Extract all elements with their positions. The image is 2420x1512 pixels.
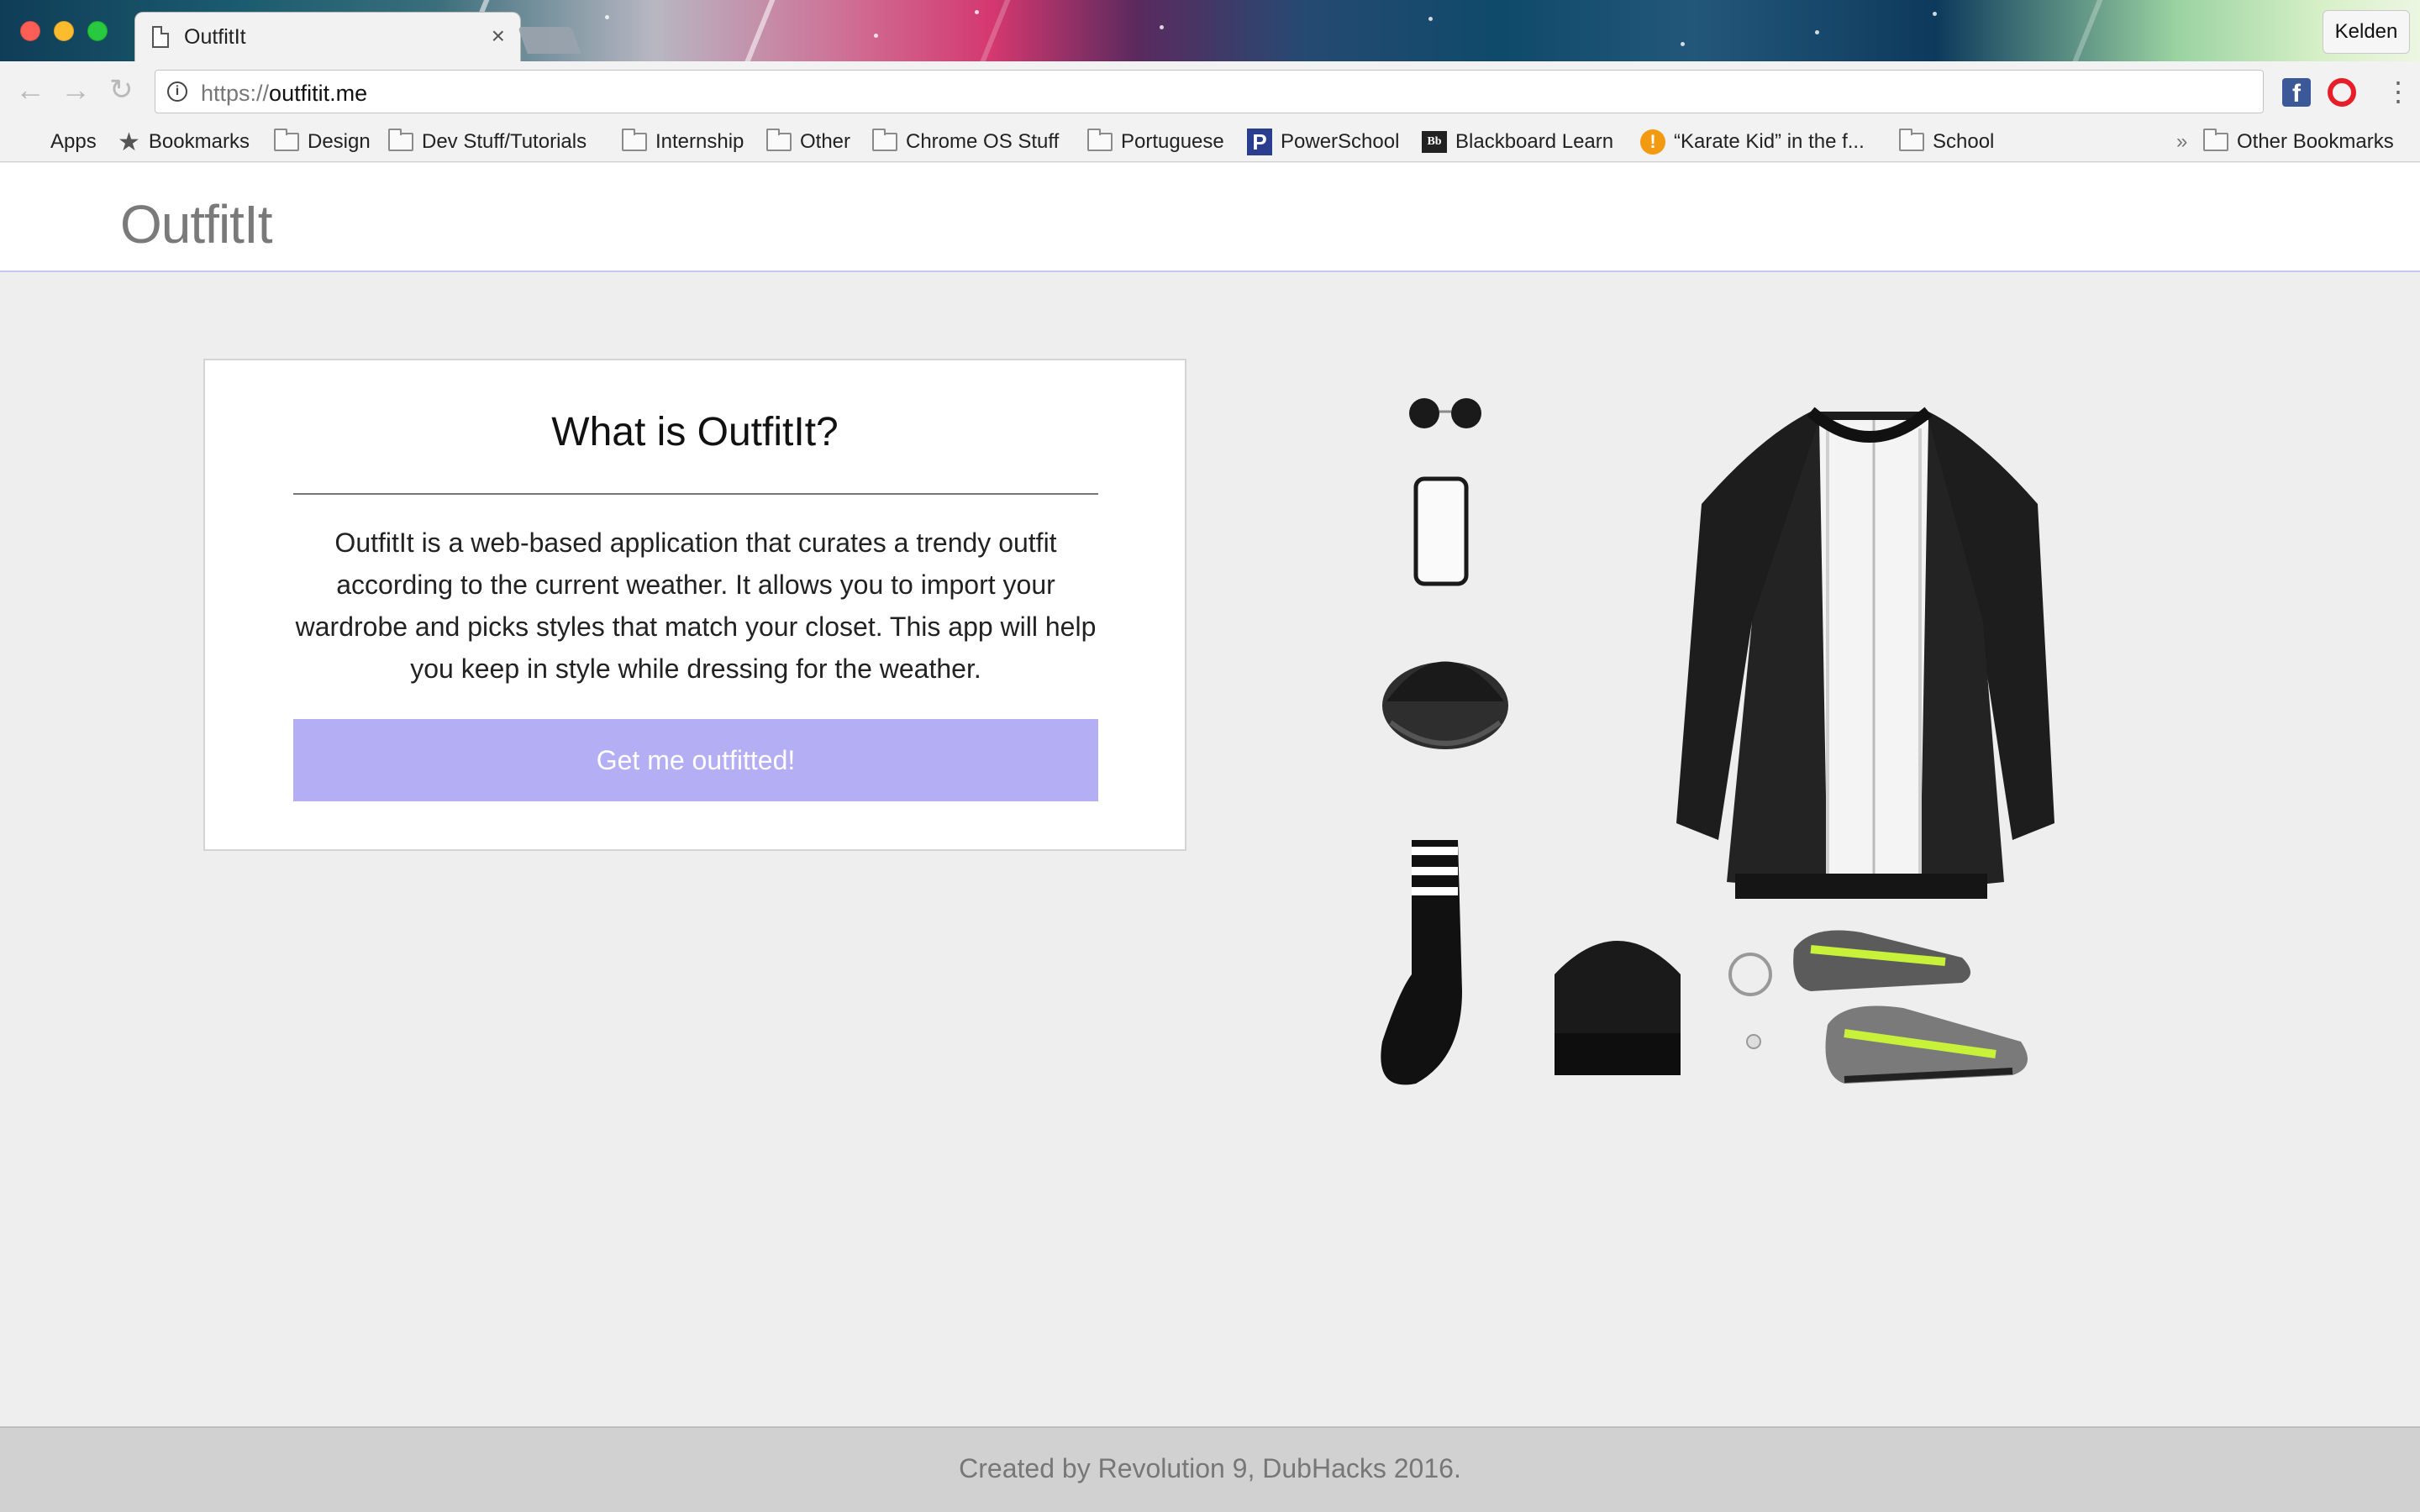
folder-icon <box>872 129 897 151</box>
bracelet-icon <box>1728 953 1772 996</box>
bookmark-label: Dev Stuff/Tutorials <box>422 130 587 153</box>
reload-icon[interactable]: ↻ <box>109 73 134 107</box>
card-description: OutfitIt is a web-based application that… <box>295 528 1097 684</box>
bookmark-chrome-os[interactable]: Chrome OS Stuff <box>872 127 1059 157</box>
beanie-icon <box>1555 941 1681 1075</box>
bookmark-dev-stuff[interactable]: Dev Stuff/Tutorials <box>388 127 587 157</box>
ring-icon <box>1746 1034 1761 1049</box>
browser-toolbar: ← → ↻ i https://outfitit.me f ⋮ <box>0 61 2420 122</box>
site-logo[interactable]: OutfitIt <box>120 193 272 255</box>
bookmark-apps[interactable]: Apps <box>20 127 97 157</box>
outfit-flatlay-image <box>1381 398 2054 1085</box>
window-maximize-button[interactable] <box>87 21 108 41</box>
wallpaper-star <box>1681 42 1685 46</box>
bookmark-label: Apps <box>50 130 97 153</box>
info-icon[interactable]: i <box>167 81 187 102</box>
bookmark-school[interactable]: School <box>1899 127 1994 157</box>
address-bar[interactable]: i https://outfitit.me <box>155 70 2264 113</box>
facebook-extension-icon[interactable]: f <box>2282 78 2311 108</box>
profile-button[interactable]: Kelden <box>2323 10 2410 54</box>
bookmark-karate-kid[interactable]: ! “Karate Kid” in the f... <box>1640 127 1865 157</box>
wallpaper-ray <box>734 0 784 61</box>
folder-icon <box>1087 129 1113 151</box>
site-header: OutfitIt <box>0 163 2420 272</box>
bookmark-design[interactable]: Design <box>274 127 371 157</box>
wallpaper-star <box>1160 25 1164 29</box>
forward-arrow-icon[interactable]: → <box>60 73 91 107</box>
folder-icon <box>2203 129 2228 151</box>
folder-icon <box>766 129 792 151</box>
bookmark-label: Other <box>800 130 851 153</box>
url-scheme: https:// <box>201 81 270 106</box>
kebab-menu-icon[interactable]: ⋮ <box>2385 75 2412 108</box>
folder-icon <box>622 129 647 151</box>
bookmark-other-bookmarks[interactable]: Other Bookmarks <box>2203 127 2394 157</box>
sneakers-icon <box>1793 930 2028 1084</box>
wallpaper-star <box>874 34 878 38</box>
cap-icon <box>1382 661 1508 749</box>
bookmark-label: Blackboard Learn <box>1455 130 1614 153</box>
wallpaper-ray <box>2061 0 2112 61</box>
folder-icon <box>388 129 413 151</box>
bookmarks-overflow-icon[interactable]: » <box>2176 127 2187 157</box>
folder-icon <box>274 129 299 151</box>
wallpaper-star <box>1815 30 1819 34</box>
bookmarks-bar: Apps ★ Bookmarks Design Dev Stuff/Tutori… <box>0 122 2420 162</box>
bookmark-label: Bookmarks <box>148 130 250 153</box>
wallpaper-star <box>975 10 979 14</box>
karate-icon: ! <box>1640 129 1665 155</box>
info-card: What is OutfitIt? OutfitIt is a web-base… <box>203 359 1186 851</box>
apps-grid-icon <box>20 131 42 153</box>
bookmark-label: Portuguese <box>1121 130 1224 153</box>
bookmark-powerschool[interactable]: P PowerSchool <box>1247 127 1399 157</box>
jacket-icon <box>1676 407 2054 899</box>
bookmark-blackboard[interactable]: Bb Blackboard Learn <box>1422 127 1613 157</box>
phone-icon <box>1413 476 1469 586</box>
bookmark-label: Other Bookmarks <box>2237 130 2394 153</box>
wallpaper-ray <box>969 0 1019 61</box>
back-arrow-icon[interactable]: ← <box>15 73 45 107</box>
new-tab-button[interactable] <box>518 27 581 54</box>
powerschool-icon: P <box>1247 129 1272 155</box>
star-icon: ★ <box>118 128 140 156</box>
bookmark-label: PowerSchool <box>1281 130 1400 153</box>
page-icon <box>152 26 169 48</box>
window-close-button[interactable] <box>20 21 40 41</box>
site-footer: Created by Revolution 9, DubHacks 2016. <box>0 1426 2420 1512</box>
sunglasses-icon <box>1409 398 1481 428</box>
bookmark-label: Internship <box>655 130 744 153</box>
folder-icon <box>1899 129 1924 151</box>
footer-credits: Created by Revolution 9, DubHacks 2016. <box>959 1453 1461 1483</box>
window-minimize-button[interactable] <box>54 21 74 41</box>
tab-close-icon[interactable]: × <box>492 23 505 50</box>
card-title: What is OutfitIt? <box>551 410 839 454</box>
url-text: https://outfitit.me <box>201 81 367 107</box>
browser-tab[interactable]: OutfitIt × <box>134 12 521 61</box>
tab-title: OutfitIt <box>184 25 246 49</box>
card-divider <box>293 493 1098 495</box>
bookmark-label: School <box>1933 130 1995 153</box>
blackboard-icon: Bb <box>1422 131 1447 153</box>
bookmark-other[interactable]: Other <box>766 127 850 157</box>
get-outfitted-button[interactable]: Get me outfitted! <box>293 719 1098 801</box>
bookmark-label: “Karate Kid” in the f... <box>1674 130 1865 153</box>
browser-titlebar: OutfitIt × Kelden <box>0 0 2420 61</box>
bookmark-label: Design <box>308 130 371 153</box>
bookmark-portuguese[interactable]: Portuguese <box>1087 127 1224 157</box>
sock-icon <box>1381 840 1462 1085</box>
wallpaper-star <box>605 15 609 19</box>
wallpaper-star <box>1933 12 1937 16</box>
bookmark-label: Chrome OS Stuff <box>906 130 1060 153</box>
opera-extension-icon[interactable] <box>2328 78 2356 107</box>
url-host: outfitit.me <box>269 81 368 106</box>
bookmark-internship[interactable]: Internship <box>622 127 744 157</box>
wallpaper-star <box>1428 17 1433 21</box>
bookmark-bookmarks[interactable]: ★ Bookmarks <box>118 127 250 157</box>
